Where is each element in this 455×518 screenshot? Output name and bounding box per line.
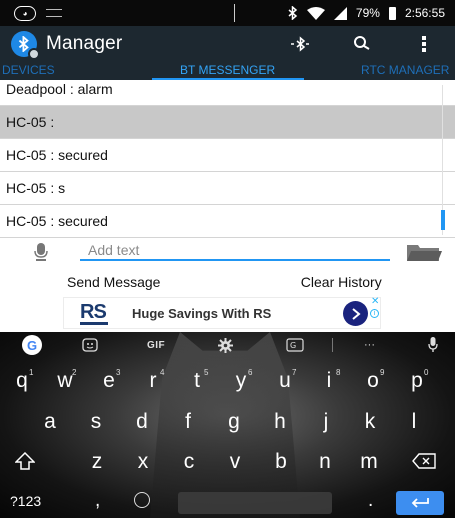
key-u-hint: 7 xyxy=(292,368,297,377)
notification-icon xyxy=(46,9,62,17)
key-u[interactable]: u xyxy=(268,369,302,393)
shift-icon[interactable] xyxy=(14,451,36,475)
keyboard-toolbar: G GIF G ··· xyxy=(0,332,455,358)
sticker-icon[interactable] xyxy=(82,336,98,354)
ad-close-icon[interactable]: ✕ xyxy=(371,296,379,307)
ad-text: Huge Savings With RS xyxy=(132,306,272,321)
key-j[interactable]: j xyxy=(309,410,343,434)
ad-info-icon[interactable]: i xyxy=(370,309,379,318)
list-item[interactable]: HC-05 : secured xyxy=(0,139,455,172)
key-r[interactable]: r xyxy=(136,369,170,393)
list-item[interactable]: HC-05 : secured xyxy=(0,205,455,238)
bluetooth-icon xyxy=(288,6,298,20)
app-title: Manager xyxy=(46,32,123,54)
list-item[interactable]: HC-05 : xyxy=(0,106,455,139)
enter-key[interactable] xyxy=(396,491,444,515)
key-h[interactable]: h xyxy=(263,410,297,434)
clear-history-button[interactable]: Clear History xyxy=(228,269,455,294)
key-q-hint: 1 xyxy=(29,368,34,377)
divider xyxy=(234,4,235,22)
gif-button[interactable]: GIF xyxy=(147,336,165,354)
search-icon[interactable] xyxy=(331,26,393,61)
battery-percent: 79% xyxy=(355,6,380,20)
list-item[interactable]: Deadpool : alarm xyxy=(0,80,455,106)
key-i-hint: 8 xyxy=(336,368,341,377)
google-icon[interactable]: G xyxy=(22,335,42,355)
app-bar: Manager xyxy=(0,26,455,61)
key-t-hint: 5 xyxy=(204,368,209,377)
message-list[interactable]: Deadpool : alarm HC-05 : HC-05 : secured… xyxy=(0,80,455,239)
ad-logo-underline xyxy=(80,322,108,325)
compose-row xyxy=(0,239,455,264)
key-x[interactable]: x xyxy=(126,450,160,474)
microphone-icon[interactable] xyxy=(33,242,49,267)
bluetooth-search-icon[interactable] xyxy=(269,26,331,61)
svg-text:G: G xyxy=(290,341,296,350)
folder-icon[interactable] xyxy=(406,242,442,267)
key-v[interactable]: v xyxy=(218,450,252,474)
key-o-hint: 9 xyxy=(380,368,385,377)
microphone-icon[interactable] xyxy=(428,336,438,354)
key-w-hint: 2 xyxy=(72,368,77,377)
key-o[interactable]: o xyxy=(356,369,390,393)
key-comma[interactable]: , xyxy=(95,490,100,512)
key-m[interactable]: m xyxy=(352,450,386,474)
emoji-icon[interactable] xyxy=(134,492,150,508)
status-bar: ◕ 79% 2:56:55 xyxy=(0,0,455,26)
translate-icon[interactable]: G xyxy=(286,336,304,354)
signal-icon xyxy=(333,6,347,20)
more-options-icon[interactable]: ··· xyxy=(364,336,375,354)
cat-icon: ◕ xyxy=(14,5,36,21)
key-k[interactable]: k xyxy=(353,410,387,434)
key-z[interactable]: z xyxy=(80,450,114,474)
ad-banner[interactable]: RS Huge Savings With RS ✕ i xyxy=(63,296,381,329)
key-a[interactable]: a xyxy=(33,410,67,434)
key-d[interactable]: d xyxy=(125,410,159,434)
scrollbar-thumb[interactable] xyxy=(441,210,445,230)
key-b[interactable]: b xyxy=(264,450,298,474)
ad-logo: RS xyxy=(80,301,107,323)
tab-devices[interactable]: DEVICES xyxy=(2,61,55,80)
tab-rtc-manager[interactable]: RTC MANAGER xyxy=(361,61,449,80)
backspace-icon[interactable] xyxy=(412,453,436,474)
key-f[interactable]: f xyxy=(171,410,205,434)
key-g[interactable]: g xyxy=(217,410,251,434)
clock: 2:56:55 xyxy=(404,6,445,20)
key-l[interactable]: l xyxy=(397,410,431,434)
key-y-hint: 6 xyxy=(248,368,253,377)
key-t[interactable]: t xyxy=(180,369,214,393)
ad-arrow-button[interactable] xyxy=(343,301,368,326)
message-input[interactable] xyxy=(80,241,390,261)
gear-icon[interactable] xyxy=(218,336,233,354)
key-y[interactable]: y xyxy=(224,369,258,393)
spacebar[interactable] xyxy=(178,492,332,514)
key-e-hint: 3 xyxy=(116,368,121,377)
key-q[interactable]: q xyxy=(5,369,39,393)
key-period[interactable]: . xyxy=(368,490,373,512)
list-item[interactable]: HC-05 : s xyxy=(0,172,455,205)
symbols-key[interactable]: ?123 xyxy=(10,493,41,509)
keyboard: G GIF G ··· q 1 w 2 e 3 r 4 t 5 y 6 u 7 … xyxy=(0,332,455,518)
key-e[interactable]: e xyxy=(92,369,126,393)
key-p[interactable]: p xyxy=(400,369,434,393)
key-c[interactable]: c xyxy=(172,450,206,474)
bluetooth-logo-icon xyxy=(11,30,40,60)
key-s[interactable]: s xyxy=(79,410,113,434)
action-bar: Send Message Clear History xyxy=(0,269,455,294)
send-message-button[interactable]: Send Message xyxy=(0,269,228,294)
key-r-hint: 4 xyxy=(160,368,165,377)
key-i[interactable]: i xyxy=(312,369,346,393)
key-p-hint: 0 xyxy=(424,368,429,377)
wifi-icon xyxy=(306,6,325,20)
key-n[interactable]: n xyxy=(308,450,342,474)
gear-icon xyxy=(28,47,40,60)
key-w[interactable]: w xyxy=(48,369,82,393)
overflow-menu-icon[interactable] xyxy=(393,26,455,61)
toolbar-divider xyxy=(332,338,333,352)
battery-icon xyxy=(388,6,396,20)
